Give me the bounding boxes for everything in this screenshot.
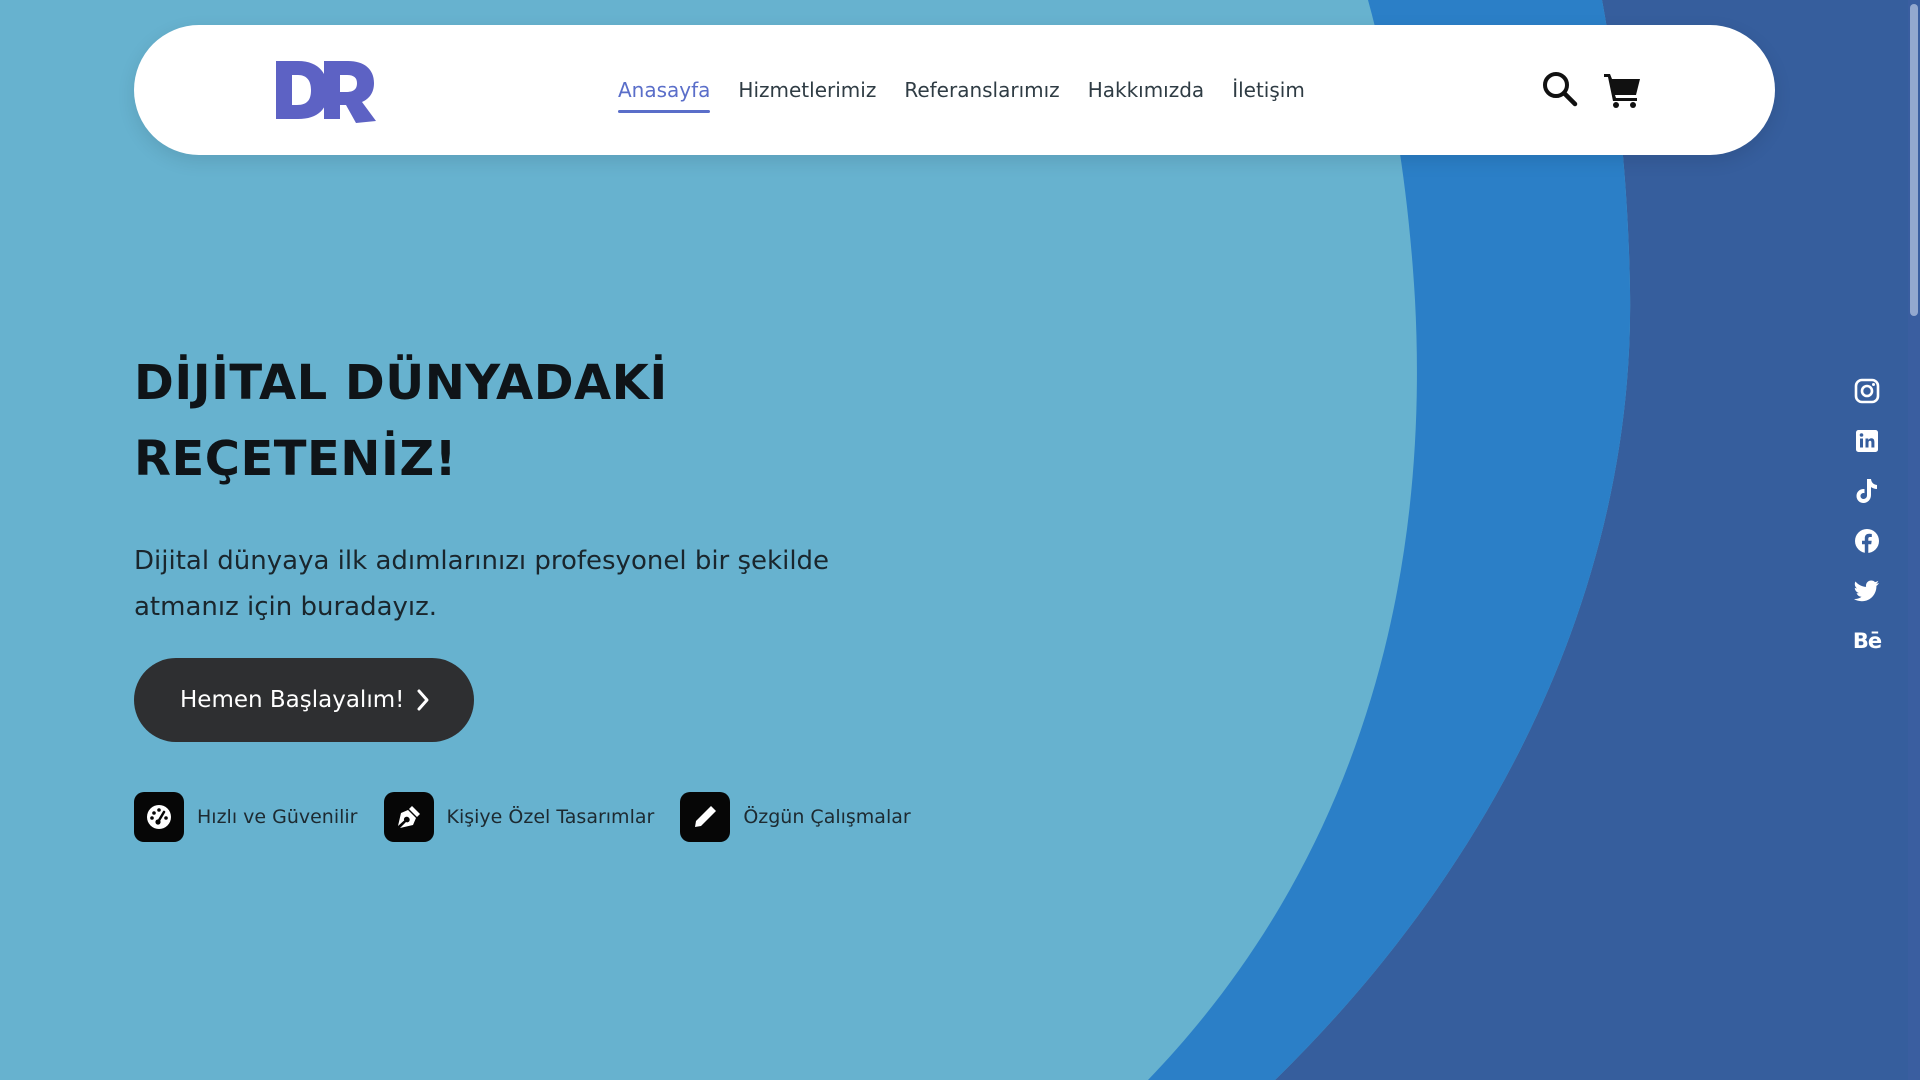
search-icon[interactable] <box>1540 69 1580 109</box>
linkedin-link[interactable] <box>1845 416 1889 466</box>
instagram-icon <box>1854 378 1880 404</box>
feature-item: Hızlı ve Güvenilir <box>134 792 358 842</box>
instagram-link[interactable] <box>1845 366 1889 416</box>
chevron-right-icon <box>417 689 429 711</box>
hero-subtitle: Dijital dünyaya ilk adımlarınızı profesy… <box>134 538 894 630</box>
cart-icon[interactable] <box>1602 69 1642 109</box>
twitter-link[interactable] <box>1845 566 1889 616</box>
tiktok-icon <box>1856 479 1877 503</box>
behance-icon: Bē <box>1852 629 1882 653</box>
feature-item: Kişiye Özel Tasarımlar <box>383 792 655 842</box>
scrollbar-thumb[interactable] <box>1910 4 1918 316</box>
tiktok-link[interactable] <box>1845 466 1889 516</box>
cta-label: Hemen Başlayalım! <box>180 687 405 713</box>
feature-item: Özgün Çalışmalar <box>680 792 911 842</box>
pencil-icon <box>680 792 731 842</box>
facebook-link[interactable] <box>1845 516 1889 566</box>
nav-hakkimizda[interactable]: Hakkımızda <box>1088 72 1205 108</box>
linkedin-icon <box>1856 430 1878 452</box>
hero-title-line1: DİJİTAL DÜNYADAKİ <box>134 355 668 411</box>
speedometer-icon <box>134 792 184 842</box>
facebook-icon <box>1855 529 1879 553</box>
nav-iletisim[interactable]: İletişim <box>1232 72 1305 108</box>
pen-nib-icon <box>383 792 434 842</box>
hero-title-line2: REÇETENİZ! <box>134 431 458 487</box>
feature-label: Kişiye Özel Tasarımlar <box>446 806 655 828</box>
hero-title: DİJİTAL DÜNYADAKİ REÇETENİZ! <box>134 345 894 497</box>
dr-logo-icon[interactable] <box>276 57 378 123</box>
hero-subtitle-line1: Dijital dünyaya ilk adımlarınızı profesy… <box>134 546 830 576</box>
nav-anasayfa[interactable]: Anasayfa <box>618 72 711 113</box>
feature-label: Hızlı ve Güvenilir <box>197 806 358 828</box>
feature-label: Özgün Çalışmalar <box>743 806 911 828</box>
nav-referanslarimiz[interactable]: Referanslarımız <box>904 72 1059 108</box>
hemen-baslayalim-button[interactable]: Hemen Başlayalım! <box>134 658 474 742</box>
feature-list: Hızlı ve Güvenilir Kişiye Özel Tasarımla… <box>134 792 911 842</box>
behance-link[interactable]: Bē <box>1845 616 1889 666</box>
main-nav: Anasayfa Hizmetlerimiz Referanslarımız H… <box>618 25 1305 155</box>
twitter-icon <box>1854 580 1879 602</box>
header-bar: Anasayfa Hizmetlerimiz Referanslarımız H… <box>134 25 1775 155</box>
social-links: Bē <box>1845 366 1889 666</box>
nav-hizmetlerimiz[interactable]: Hizmetlerimiz <box>738 72 876 108</box>
hero-subtitle-line2: atmanız için buradayız. <box>134 592 438 622</box>
